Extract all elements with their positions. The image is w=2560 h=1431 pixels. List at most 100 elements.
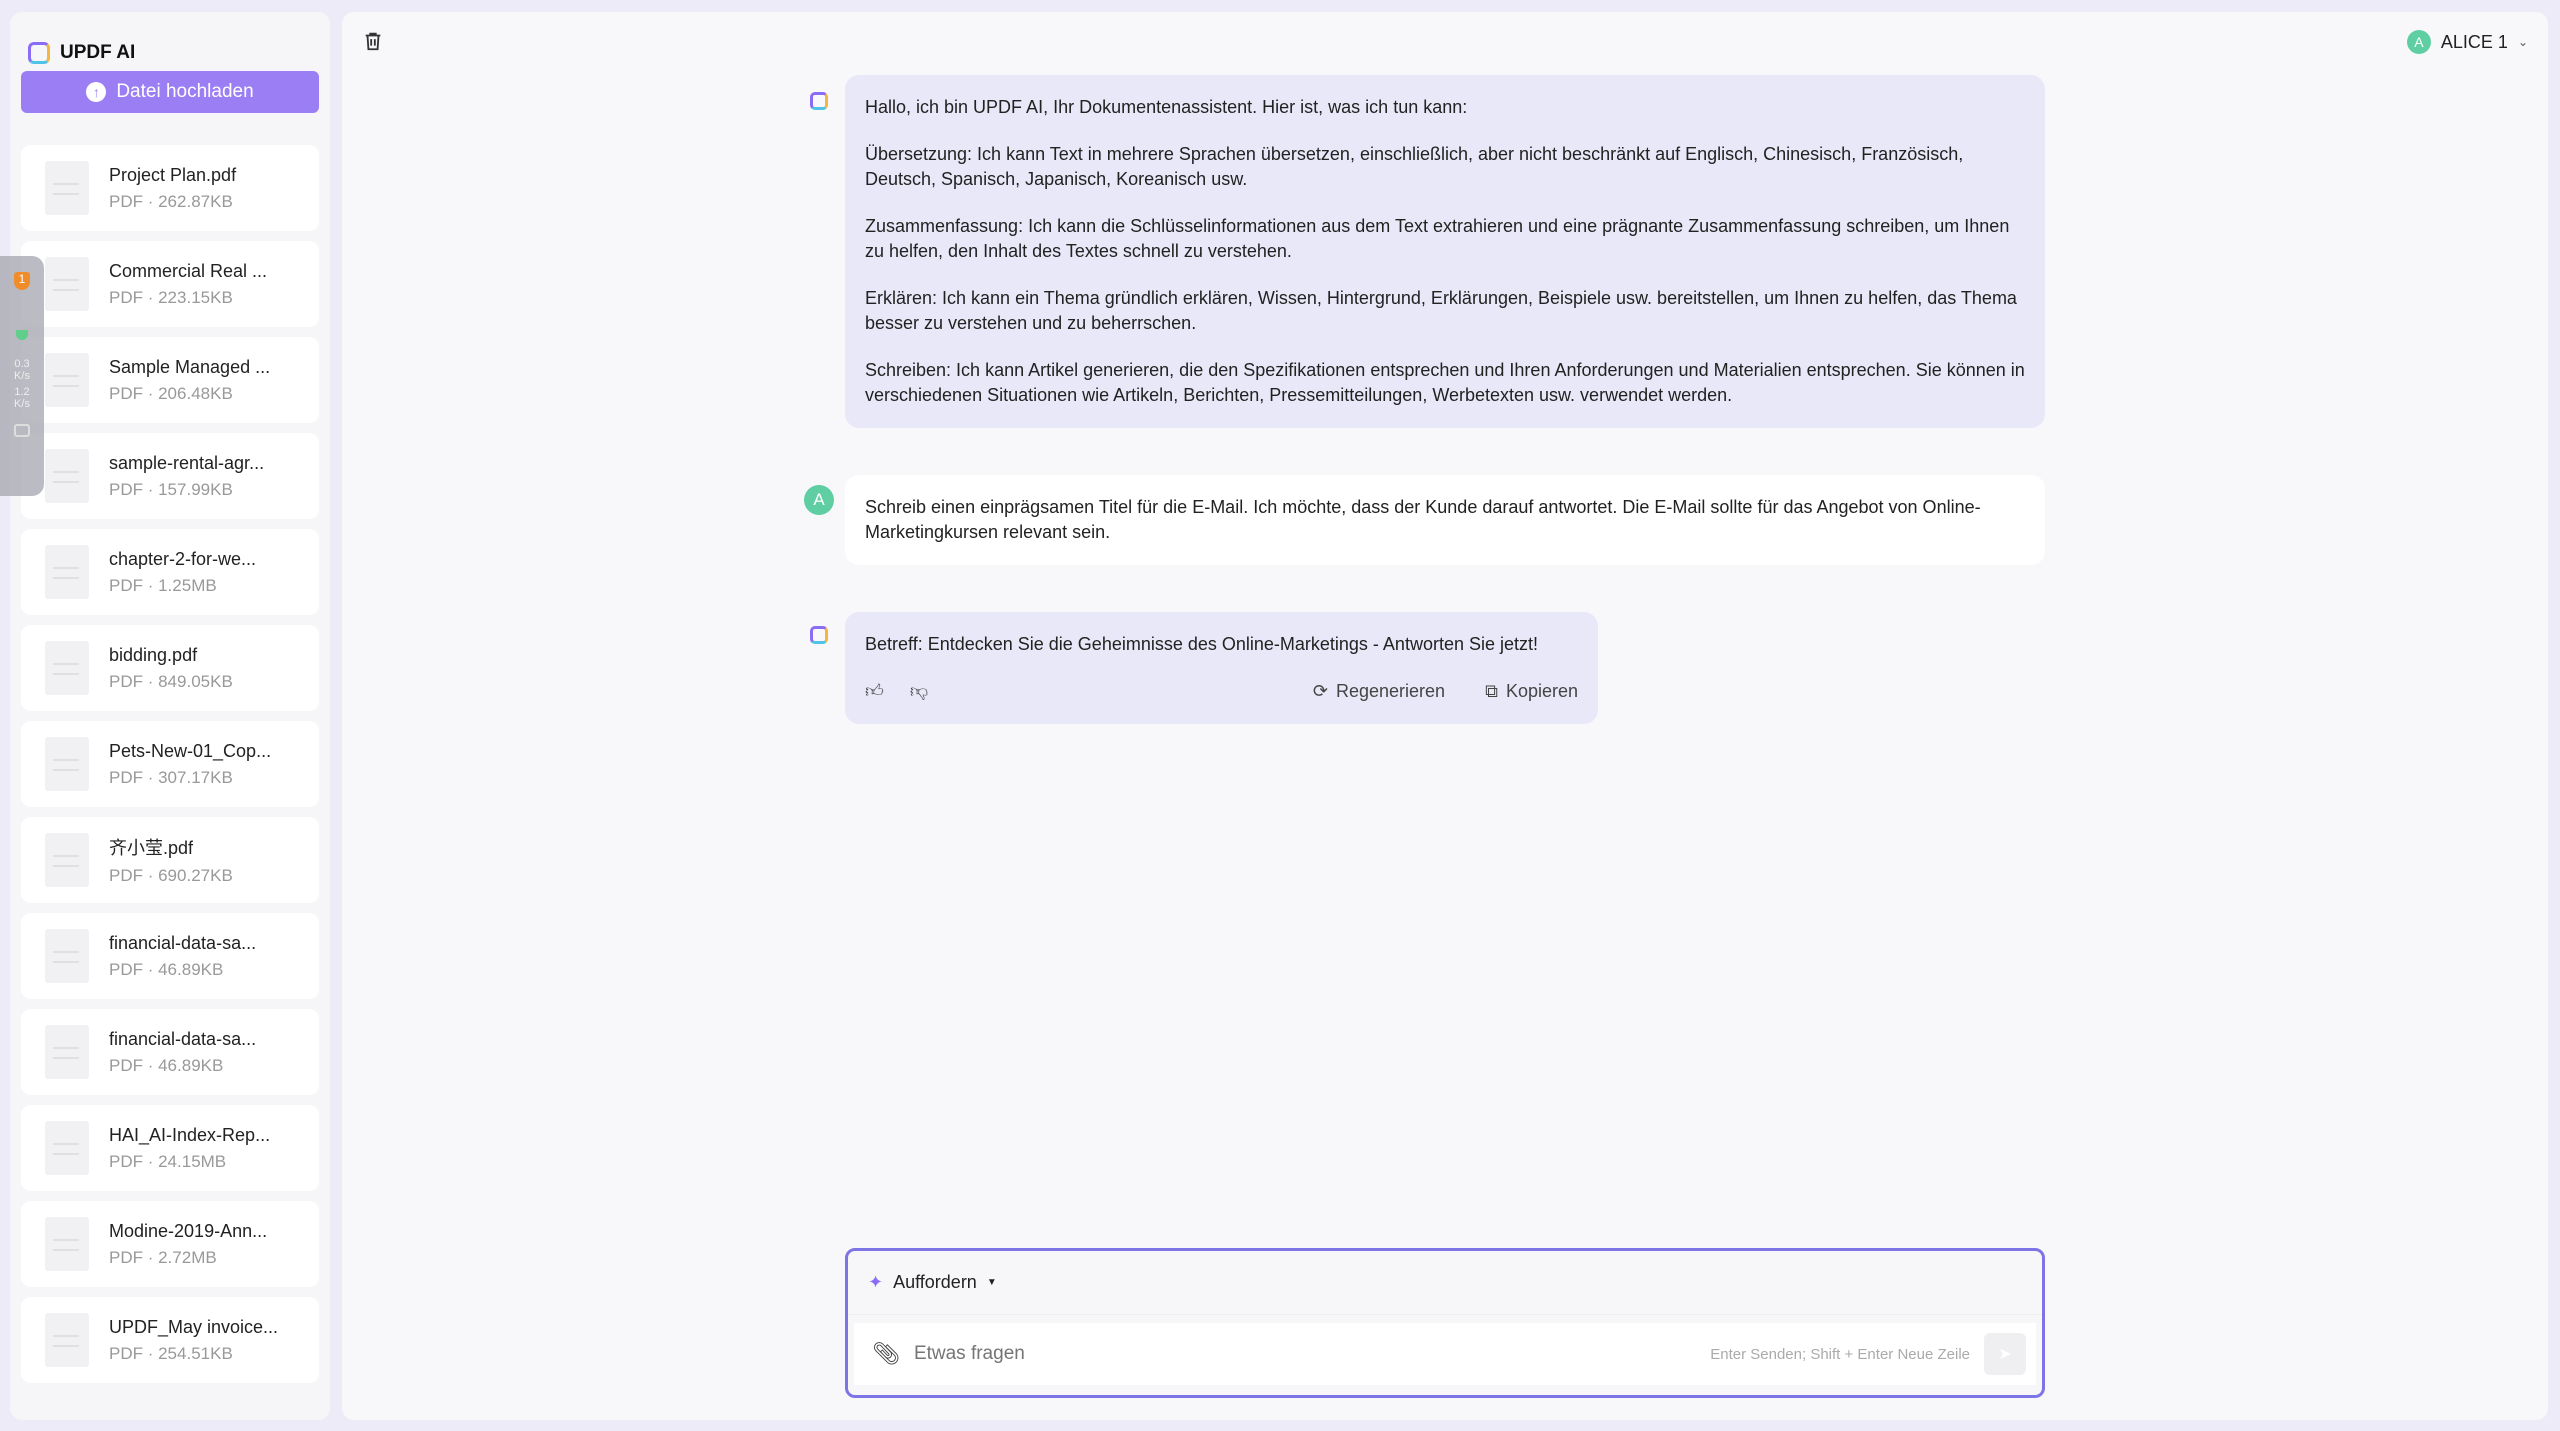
file-item[interactable]: Modine-2019-Ann... PDF · 2.72MB <box>21 1201 319 1287</box>
file-name: UPDF_May invoice... <box>109 1316 279 1337</box>
pdf-file-icon <box>45 545 89 599</box>
trash-icon[interactable] <box>362 30 384 52</box>
ai-avatar-icon <box>810 626 828 644</box>
file-name: HAI_AI-Index-Rep... <box>109 1124 271 1145</box>
shortcut-hint: Enter Senden; Shift + Enter Neue Zeile <box>1710 1345 1970 1363</box>
pdf-file-icon <box>45 449 89 503</box>
file-item[interactable]: financial-data-sa... PDF · 46.89KB <box>21 1009 319 1095</box>
file-meta: PDF · 849.05KB <box>109 671 233 691</box>
updf-logo-icon <box>28 42 50 64</box>
file-meta: PDF · 1.25MB <box>109 575 217 595</box>
file-item[interactable]: 齐小莹.pdf PDF · 690.27KB <box>21 817 319 903</box>
file-name: chapter-2-for-we... <box>109 548 257 569</box>
pdf-file-icon <box>45 257 89 311</box>
user-message-text: Schreib einen einprägsamen Titel für die… <box>865 497 1981 542</box>
file-item[interactable]: chapter-2-for-we... PDF · 1.25MB <box>21 529 319 615</box>
file-meta: PDF · 46.89KB <box>109 959 224 979</box>
ai-reply-message: Betreff: Entdecken Sie die Geheimnisse d… <box>845 612 1598 724</box>
intro-summary: Zusammenfassung: Ich kann die Schlüsseli… <box>865 216 2010 261</box>
send-button[interactable]: ➤ <box>1984 1333 2026 1375</box>
pdf-file-icon <box>45 353 89 407</box>
user-name: ALICE 1 <box>2440 31 2508 52</box>
download-speed-unit: K/s <box>14 398 30 410</box>
refresh-icon: ⟳ <box>1312 681 1328 701</box>
prompt-mode-dropdown[interactable]: ✦ Auffordern ▼ <box>848 1251 2042 1315</box>
pdf-file-icon <box>45 929 89 983</box>
file-meta: PDF · 157.99KB <box>109 479 233 499</box>
reply-text: Betreff: Entdecken Sie die Geheimnisse d… <box>865 634 1539 654</box>
pdf-file-icon <box>45 1025 89 1079</box>
avatar: A <box>2406 30 2431 54</box>
file-name: 齐小莹.pdf <box>109 838 194 858</box>
file-name: financial-data-sa... <box>109 932 257 953</box>
upload-label: Datei hochladen <box>116 81 254 102</box>
intro-text: Hallo, ich bin UPDF AI, Ihr Dokumentenas… <box>865 97 1468 117</box>
pdf-file-icon <box>45 161 89 215</box>
file-meta: PDF · 307.17KB <box>109 767 233 787</box>
camera-icon[interactable] <box>14 424 30 437</box>
file-item[interactable]: HAI_AI-Index-Rep... PDF · 24.15MB <box>21 1105 319 1191</box>
regenerate-button[interactable]: ⟳ Regenerieren <box>1313 679 1445 704</box>
shield-badge-icon: 1 <box>14 272 30 290</box>
send-icon: ➤ <box>1998 1346 2012 1363</box>
status-icon <box>16 330 28 340</box>
thumbs-down-icon[interactable]: 👎︎ <box>910 679 928 704</box>
app-title: UPDF AI <box>60 42 136 63</box>
prompt-mode-label: Auffordern <box>893 1272 977 1292</box>
file-list: (function(){const d=JSON.parse(document.… <box>21 145 319 1393</box>
ai-avatar-icon <box>810 92 828 110</box>
file-item[interactable]: Sample Managed ... PDF · 206.48KB <box>21 337 319 423</box>
file-item[interactable]: Commercial Real ... PDF · 223.15KB <box>21 241 319 327</box>
pdf-file-icon <box>45 1121 89 1175</box>
pdf-file-icon <box>45 641 89 695</box>
file-item[interactable]: Pets-New-01_Cop... PDF · 307.17KB <box>21 721 319 807</box>
chevron-down-icon: ⌄ <box>2517 35 2528 49</box>
file-item[interactable]: UPDF_May invoice... PDF · 254.51KB <box>21 1297 319 1383</box>
copy-icon: ⧉ <box>1485 681 1498 701</box>
file-meta: PDF · 46.89KB <box>109 1055 224 1075</box>
thumbs-up-icon[interactable]: 👍︎ <box>865 679 884 704</box>
file-name: Project Plan.pdf <box>109 164 237 185</box>
caret-down-icon: ▼ <box>986 1277 997 1288</box>
intro-write: Schreiben: Ich kann Artikel generieren, … <box>865 360 2025 405</box>
pdf-file-icon <box>45 1217 89 1271</box>
user-menu[interactable]: A ALICE 1 ⌄ <box>2406 30 2528 54</box>
sparkle-icon: ✦ <box>868 1272 884 1292</box>
file-meta: PDF · 2.72MB <box>109 1247 217 1267</box>
file-meta: PDF · 254.51KB <box>109 1343 233 1363</box>
paperclip-icon[interactable]: 📎︎ <box>872 1341 900 1367</box>
file-name: Modine-2019-Ann... <box>109 1220 268 1241</box>
file-item[interactable]: sample-rental-agr... PDF · 157.99KB <box>21 433 319 519</box>
user-message: Schreib einen einprägsamen Titel für die… <box>845 475 2045 565</box>
intro-explain: Erklären: Ich kann ein Thema gründlich e… <box>865 288 2017 333</box>
upload-speed-unit: K/s <box>14 370 30 382</box>
file-meta: PDF · 206.48KB <box>109 383 233 403</box>
ai-intro-message: Hallo, ich bin UPDF AI, Ihr Dokumentenas… <box>845 75 2045 428</box>
network-monitor-widget[interactable]: 1 0.3 K/s 1.2 K/s <box>0 256 44 496</box>
file-meta: PDF · 24.15MB <box>109 1151 227 1171</box>
download-speed: 1.2 <box>14 386 30 398</box>
chat-input[interactable] <box>913 1343 1697 1365</box>
copy-label: Kopieren <box>1505 681 1578 701</box>
sidebar: UPDF AI ↑ Datei hochladen (function(){con… <box>10 12 330 1420</box>
file-name: sample-rental-agr... <box>109 452 265 473</box>
file-item[interactable]: Project Plan.pdf PDF · 262.87KB <box>21 145 319 231</box>
user-avatar: A <box>804 485 834 515</box>
file-name: Sample Managed ... <box>109 356 271 377</box>
pdf-file-icon <box>45 737 89 791</box>
upload-speed: 0.3 <box>14 358 30 370</box>
regenerate-label: Regenerieren <box>1336 681 1446 701</box>
pdf-file-icon <box>45 1313 89 1367</box>
file-meta: PDF · 690.27KB <box>109 866 233 885</box>
file-name: Commercial Real ... <box>109 260 268 281</box>
file-name: bidding.pdf <box>109 644 198 665</box>
upload-file-button[interactable]: ↑ Datei hochladen <box>21 71 319 113</box>
intro-translation: Übersetzung: Ich kann Text in mehrere Sp… <box>865 144 1964 189</box>
file-name: Pets-New-01_Cop... <box>109 740 272 761</box>
file-item[interactable]: financial-data-sa... PDF · 46.89KB <box>21 913 319 999</box>
copy-button[interactable]: ⧉ Kopieren <box>1485 679 1578 704</box>
composer: ✦ Auffordern ▼ 📎︎ Enter Senden; Shift + En… <box>845 1248 2045 1398</box>
file-item[interactable]: bidding.pdf PDF · 849.05KB <box>21 625 319 711</box>
file-meta: PDF · 223.15KB <box>109 287 233 307</box>
app-brand: UPDF AI <box>28 42 135 64</box>
